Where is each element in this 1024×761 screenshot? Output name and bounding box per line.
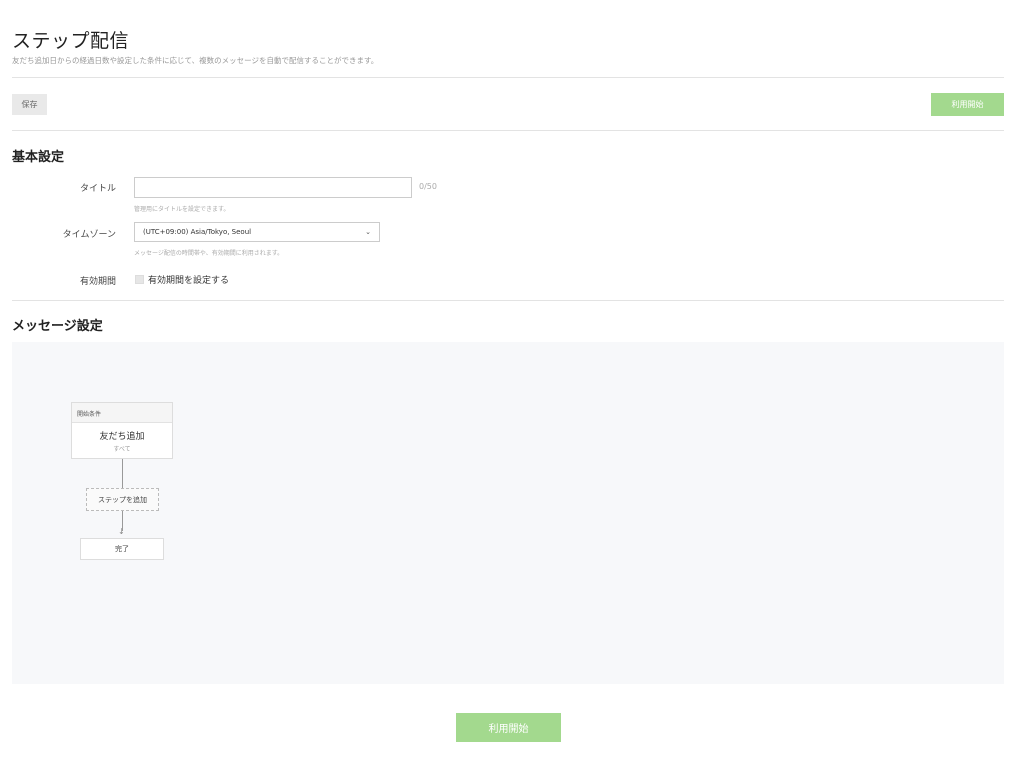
page-title: ステップ配信 (12, 30, 130, 52)
header-divider (12, 77, 1004, 78)
basic-settings-divider (12, 300, 1004, 301)
message-settings-title: メッセージ設定 (12, 319, 103, 334)
arrow-down-icon: ↓ (118, 527, 125, 536)
add-step-button[interactable]: ステップを追加 (86, 488, 159, 511)
validity-checkbox[interactable] (135, 275, 144, 284)
timezone-selected-value: (UTC+09:00) Asia/Tokyo, Seoul (143, 228, 252, 236)
save-button[interactable]: 保存 (12, 94, 47, 115)
start-button-top[interactable]: 利用開始 (931, 93, 1004, 116)
title-char-counter: 0/50 (419, 182, 437, 191)
validity-label: 有効期間 (79, 277, 116, 287)
title-label: タイトル (79, 184, 116, 194)
validity-checkbox-label[interactable]: 有効期間を設定する (148, 273, 229, 286)
start-condition-sub: すべて (113, 446, 131, 453)
timezone-label: タイムゾーン (62, 230, 116, 240)
start-button-bottom[interactable]: 利用開始 (456, 713, 561, 742)
basic-settings-title: 基本設定 (12, 150, 65, 165)
page-subtitle: 友だち追加日からの経過日数や設定した条件に応じて、複数のメッセージを自動で配信す… (12, 56, 379, 65)
title-hint: 管理用にタイトルを設定できます。 (134, 206, 230, 213)
start-condition-header: 開始条件 (72, 403, 172, 423)
timezone-hint: メッセージ配信の時間帯や、有効期間に利用されます。 (134, 250, 284, 257)
start-condition-title: 友だち追加 (99, 432, 145, 442)
timezone-select[interactable]: (UTC+09:00) Asia/Tokyo, Seoul ⌄ (134, 222, 380, 242)
step-flow-canvas (12, 342, 1004, 684)
title-input[interactable] (134, 177, 412, 198)
chevron-down-icon: ⌄ (365, 228, 371, 236)
start-condition-card[interactable]: 開始条件 友だち追加 すべて (71, 402, 173, 459)
flow-connector-1 (122, 459, 123, 488)
flow-end-node: 完了 (80, 538, 164, 560)
toolbar-divider (12, 130, 1004, 131)
